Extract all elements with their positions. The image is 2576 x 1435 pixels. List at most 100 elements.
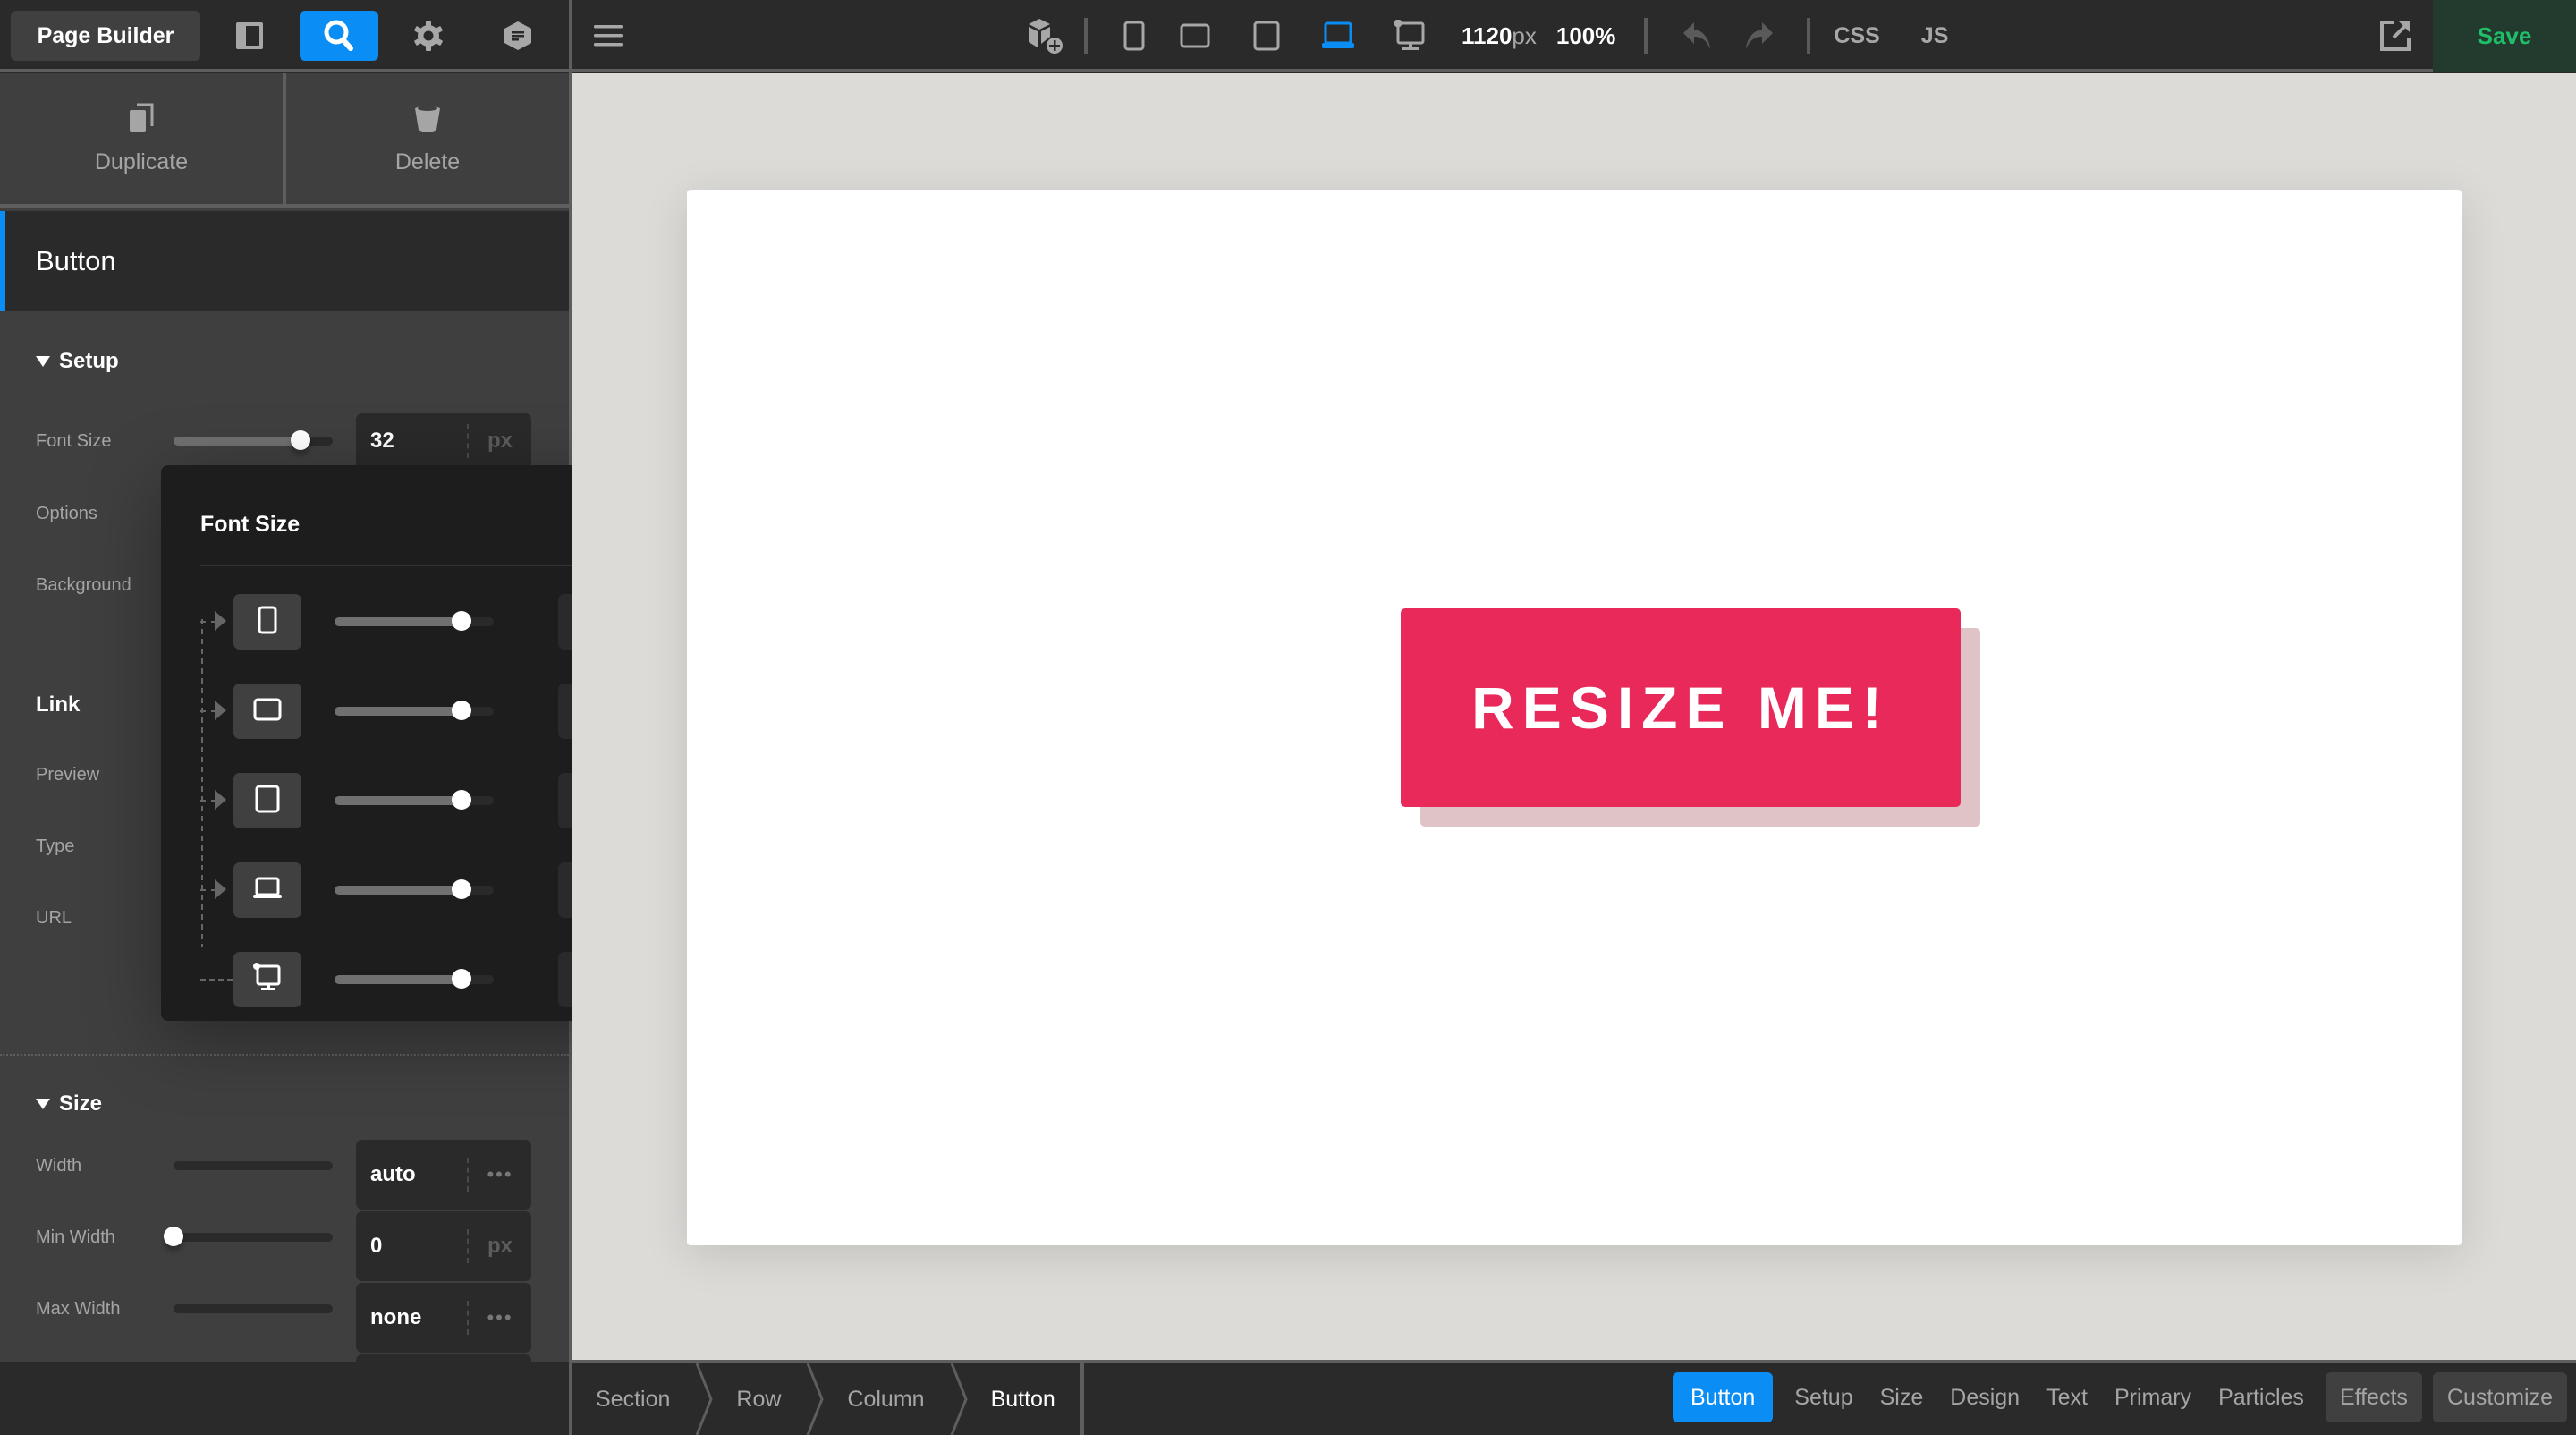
breadcrumb-label: Column (847, 1386, 925, 1412)
delete-button[interactable]: Delete (286, 73, 569, 204)
breadcrumb-end-divider (1080, 1363, 1084, 1435)
viewport-width-readout[interactable]: 1120 px (1462, 0, 1537, 72)
slider-handle[interactable] (452, 790, 472, 810)
breadcrumb-item[interactable]: Row (713, 1363, 825, 1435)
tab-button[interactable]: Button (1673, 1372, 1774, 1422)
settings-button[interactable] (390, 11, 467, 61)
zoom-value: 100 (1555, 21, 1596, 49)
breakpoint-device-button[interactable] (233, 684, 301, 739)
font-size-value: 32 (370, 429, 394, 453)
page-builder-menu-button[interactable]: Page Builder (11, 11, 200, 61)
breakpoint-device-button[interactable] (233, 952, 301, 1007)
breakpoint-slider[interactable] (335, 879, 494, 899)
breadcrumb-item[interactable]: Column (824, 1363, 968, 1435)
breakpoint-slider[interactable] (335, 969, 494, 989)
font-size-slider[interactable] (174, 430, 333, 450)
breakpoint-device-button[interactable] (233, 862, 301, 918)
size-slider[interactable] (164, 1227, 333, 1246)
font-size-unit[interactable]: px (469, 429, 531, 454)
tab-primary[interactable]: Primary (2104, 1372, 2202, 1422)
breakpoint-device-button[interactable] (233, 594, 301, 650)
popover-title: Font Size (200, 512, 301, 537)
tab-size[interactable]: Size (1869, 1372, 1935, 1422)
inherit-arrow-icon (215, 611, 226, 631)
page-builder-app: Page Builder 1120 px 100 % CSS JS Save D… (0, 0, 2576, 1435)
size-value-input[interactable]: none ••• (356, 1283, 531, 1353)
breadcrumb-item[interactable]: Section (572, 1363, 714, 1435)
slider-fill (335, 707, 462, 716)
tab-design[interactable]: Design (1939, 1372, 2030, 1422)
delete-label: Delete (394, 149, 461, 174)
setup-section-toggle[interactable]: Setup (36, 349, 119, 374)
breakpoint-slider[interactable] (335, 701, 494, 720)
size-slider[interactable] (174, 1161, 333, 1170)
size-section-title: Size (59, 1091, 103, 1116)
triangle-down-icon (36, 1099, 50, 1109)
tab-particles[interactable]: Particles (2207, 1372, 2315, 1422)
device-laptop-button[interactable] (1302, 0, 1374, 72)
slider-handle[interactable] (291, 430, 311, 450)
slider-handle[interactable] (452, 701, 472, 720)
size-row-label: Min Width (36, 1227, 115, 1247)
redo-button[interactable] (1723, 0, 1794, 72)
inherit-arrow-icon (215, 790, 226, 810)
cta-button-preview[interactable]: RESIZE ME! (1401, 608, 1961, 807)
device-phone-button[interactable] (1109, 0, 1159, 72)
size-slider[interactable] (174, 1304, 333, 1313)
redo-icon (1746, 22, 1774, 49)
size-section-toggle[interactable]: Size (36, 1091, 102, 1117)
size-value-input[interactable]: auto••• (356, 1354, 531, 1362)
canvas-area: RESIZE ME! (572, 73, 2576, 1360)
options-label: Options (36, 504, 97, 523)
element-tabs: Button Setup Size Design Text Primary Particle… (1673, 1372, 2567, 1422)
device-desktop-button[interactable] (1374, 0, 1445, 72)
breakpoint-slider[interactable] (335, 790, 494, 810)
breadcrumb-label: Button (990, 1386, 1055, 1412)
device-tablet-button[interactable] (1231, 0, 1302, 72)
size-unit[interactable]: px (469, 1234, 531, 1259)
save-button[interactable]: Save (2433, 0, 2576, 72)
more-options-icon[interactable]: ••• (469, 1163, 531, 1186)
tab-effects[interactable]: Effects (2325, 1372, 2422, 1422)
slider-handle[interactable] (452, 969, 472, 989)
panel-toggle-button[interactable] (211, 11, 288, 61)
size-value: 0 (370, 1234, 383, 1258)
zoom-level-readout[interactable]: 100% (1556, 0, 1616, 72)
undo-button[interactable] (1673, 0, 1723, 72)
slider-handle[interactable] (164, 1227, 183, 1246)
device-phone-landscape-button[interactable] (1159, 0, 1231, 72)
viewport-width-value: 1120 (1462, 21, 1513, 49)
document-button[interactable] (479, 11, 556, 61)
slider-handle[interactable] (452, 611, 472, 631)
size-value-input[interactable]: 0 px (356, 1211, 531, 1281)
add-element-button[interactable] (1020, 0, 1077, 72)
duplicate-button[interactable]: Duplicate (0, 73, 286, 204)
phone-icon (258, 606, 277, 639)
js-editor-button[interactable]: JS (1921, 0, 1949, 72)
breakpoint-slider[interactable] (335, 611, 494, 631)
breakpoint-device-button[interactable] (233, 773, 301, 828)
font-size-input[interactable]: 32 px (356, 413, 531, 469)
breadcrumb-item[interactable]: Button (968, 1363, 1080, 1435)
tab-setup[interactable]: Setup (1784, 1372, 1863, 1422)
slider-fill (335, 975, 462, 984)
connector-dash (200, 979, 233, 981)
breadcrumb-chevron-icon (695, 1363, 714, 1435)
tab-customize[interactable]: Customize (2432, 1372, 2567, 1422)
hex-doc-icon (504, 21, 531, 50)
open-external-button[interactable] (2379, 20, 2411, 52)
hamburger-icon (594, 25, 623, 47)
slider-handle[interactable] (452, 879, 472, 899)
zoom-unit: % (1595, 21, 1616, 49)
toolbar-divider (1644, 18, 1648, 54)
search-button[interactable] (300, 11, 378, 61)
hamburger-menu-button[interactable] (572, 11, 644, 61)
toolbar-sidebar-divider (569, 0, 572, 73)
background-label: Background (36, 575, 131, 595)
css-editor-button[interactable]: CSS (1834, 0, 1879, 72)
size-value: auto (370, 1162, 416, 1186)
more-options-icon[interactable]: ••• (469, 1306, 531, 1329)
tab-text[interactable]: Text (2036, 1372, 2098, 1422)
element-actions: Duplicate Delete (0, 73, 569, 208)
size-value-input[interactable]: auto ••• (356, 1140, 531, 1210)
